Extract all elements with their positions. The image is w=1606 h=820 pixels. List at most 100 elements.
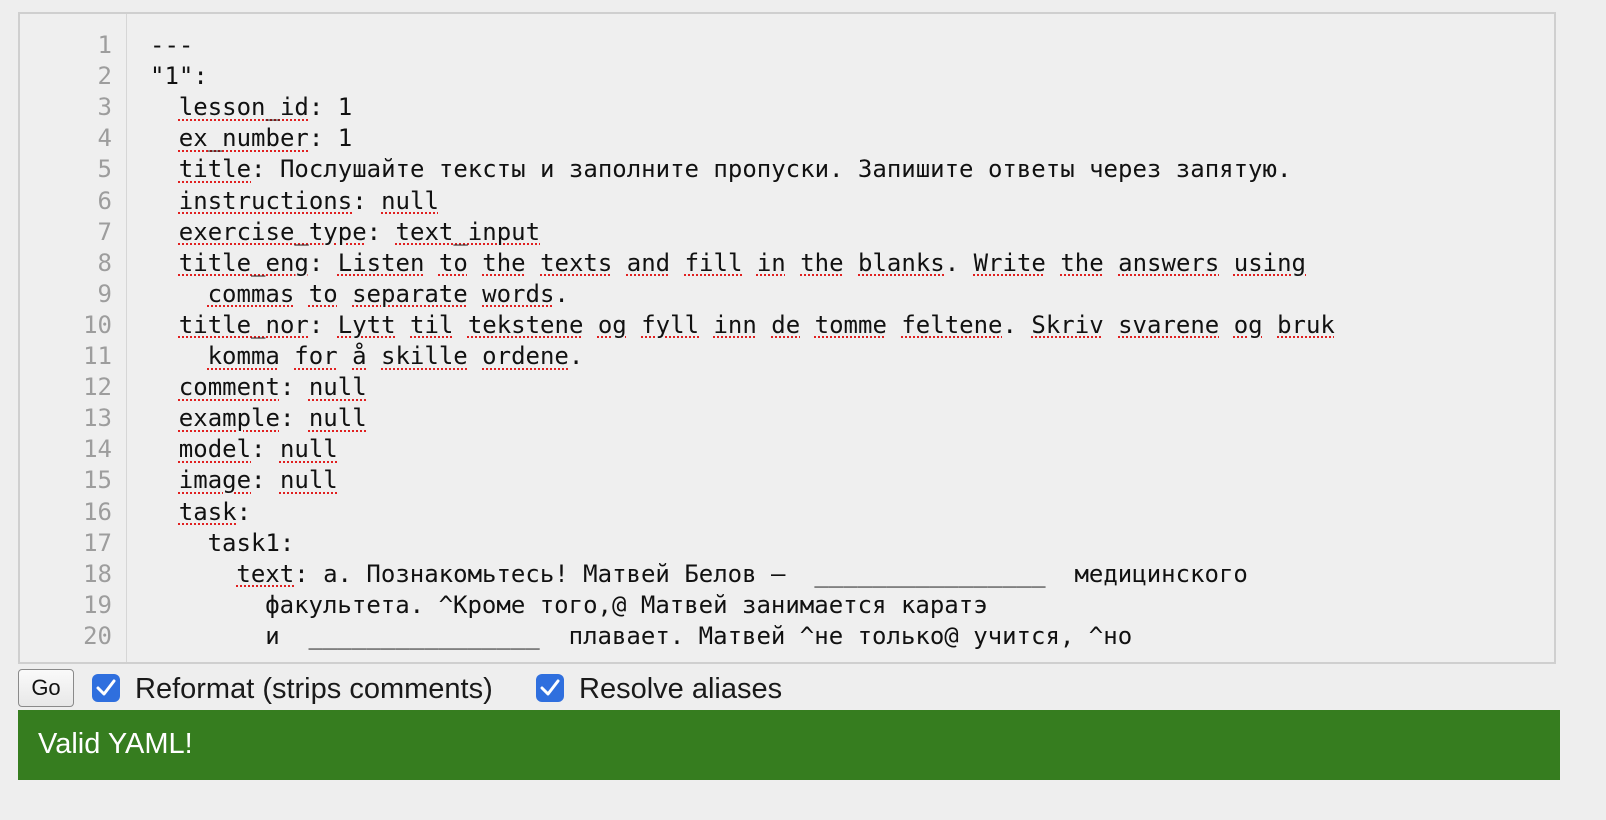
spellcheck-word: model bbox=[178, 435, 252, 464]
spellcheck-word: null bbox=[279, 435, 338, 464]
line-number: 12 bbox=[83, 373, 112, 402]
spellcheck-word: comment bbox=[178, 373, 280, 402]
code-line[interactable]: факультета. ^Кроме того,@ Матвей занимае… bbox=[150, 590, 988, 621]
code-line[interactable]: exercise_type: text_input bbox=[150, 217, 540, 248]
code-text: : bbox=[308, 248, 338, 277]
code-line[interactable]: "1": bbox=[150, 61, 208, 92]
code-line[interactable]: task: bbox=[150, 497, 251, 528]
spellcheck-word: image bbox=[178, 466, 252, 495]
line-number: 16 bbox=[83, 497, 112, 526]
code-text: : bbox=[352, 186, 382, 215]
code-area[interactable]: --- "1": lesson_id: 1 ex_number: 1 title: По… bbox=[126, 14, 1554, 662]
line-number: 5 bbox=[97, 155, 112, 184]
reformat-label[interactable]: Reformat (strips comments) bbox=[135, 672, 493, 706]
line-number: 17 bbox=[83, 528, 112, 557]
spellcheck-word: in bbox=[756, 248, 786, 277]
code-text: "1": bbox=[150, 62, 208, 91]
spellcheck-word: fill bbox=[684, 248, 743, 277]
yaml-editor[interactable]: 1 2 3 4 5 6 7 8 9 10 11 12 13 14 15 16 17 18 19 20 --- "1": l… bbox=[18, 12, 1556, 664]
spellcheck-word: the bbox=[482, 248, 526, 277]
code-line[interactable]: image: null bbox=[150, 465, 338, 496]
code-line[interactable]: title_eng: Listen to the texts and fill … bbox=[150, 248, 1306, 279]
line-number: 20 bbox=[83, 621, 112, 650]
spellcheck-word: null bbox=[308, 373, 367, 402]
code-text: : Послушайте тексты и заполните пропуски… bbox=[251, 155, 1292, 184]
line-number-gutter: 1 2 3 4 5 6 7 8 9 10 11 12 13 14 15 16 17 18 19 20 bbox=[20, 14, 127, 662]
line-number: 4 bbox=[97, 124, 112, 153]
line-number: 19 bbox=[83, 590, 112, 619]
spellcheck-word: title bbox=[178, 155, 252, 184]
code-text: : a. Познакомьтесь! Матвей Белов — _____… bbox=[294, 559, 1248, 588]
code-text: : bbox=[308, 310, 338, 339]
validation-status-text: Valid YAML! bbox=[38, 728, 193, 760]
code-text: : bbox=[279, 373, 309, 402]
reformat-checkbox[interactable] bbox=[92, 674, 120, 702]
line-number: 3 bbox=[97, 93, 112, 122]
spellcheck-word: komma bbox=[207, 342, 280, 370]
code-text: . bbox=[1002, 310, 1032, 339]
spellcheck-word: words bbox=[482, 279, 555, 308]
spellcheck-word: ordene bbox=[482, 342, 569, 370]
line-number: 18 bbox=[83, 559, 112, 588]
code-text: факультета. ^Кроме того,@ Матвей занимае… bbox=[265, 590, 988, 619]
code-text: . bbox=[944, 248, 974, 277]
code-line[interactable]: title_nor: Lytt til tekstene og fyll inn… bbox=[150, 310, 1335, 341]
code-line[interactable]: comment: null bbox=[150, 372, 367, 403]
resolve-aliases-checkbox[interactable] bbox=[536, 674, 564, 702]
code-line[interactable]: example: null bbox=[150, 403, 367, 434]
code-line[interactable]: instructions: null bbox=[150, 186, 439, 217]
code-line[interactable]: lesson_id: 1 bbox=[150, 92, 352, 123]
code-line[interactable]: --- bbox=[150, 30, 193, 61]
spellcheck-word: blanks bbox=[858, 248, 945, 277]
code-line[interactable]: komma for å skille ordene. bbox=[150, 341, 584, 372]
code-line[interactable]: ex_number: 1 bbox=[150, 123, 352, 154]
spellcheck-word: for bbox=[294, 342, 338, 370]
line-number: 2 bbox=[97, 62, 112, 91]
checkmark-icon bbox=[540, 679, 560, 696]
code-text: --- bbox=[150, 31, 194, 59]
spellcheck-word: ex_number bbox=[178, 124, 309, 153]
spellcheck-word: the bbox=[800, 248, 844, 277]
code-line[interactable]: text: a. Познакомьтесь! Матвей Белов — _… bbox=[150, 559, 1248, 590]
line-number: 10 bbox=[83, 310, 112, 339]
code-text: : bbox=[251, 466, 280, 495]
code-line[interactable]: commas to separate words. bbox=[150, 279, 569, 310]
spellcheck-word: and bbox=[626, 248, 671, 277]
checkmark-icon bbox=[96, 679, 116, 696]
line-number: 15 bbox=[83, 466, 112, 495]
line-number: 6 bbox=[97, 186, 112, 215]
spellcheck-word: title_eng bbox=[178, 248, 309, 277]
code-text: task1: bbox=[207, 528, 295, 557]
spellcheck-word: title_nor bbox=[178, 310, 309, 339]
code-text: : 1 bbox=[308, 124, 353, 153]
go-button[interactable]: Go bbox=[18, 669, 74, 707]
spellcheck-word: og bbox=[597, 310, 627, 339]
spellcheck-word: svarene bbox=[1118, 310, 1220, 339]
code-text: : bbox=[279, 404, 309, 433]
spellcheck-word: the bbox=[1060, 248, 1104, 277]
line-number: 14 bbox=[83, 435, 112, 464]
code-line[interactable]: task1: bbox=[150, 528, 295, 559]
resolve-aliases-label[interactable]: Resolve aliases bbox=[579, 672, 782, 706]
code-line[interactable]: model: null bbox=[150, 434, 338, 465]
line-number: 8 bbox=[97, 248, 112, 277]
spellcheck-word: å bbox=[352, 342, 367, 370]
code-line[interactable]: title: Послушайте тексты и заполните про… bbox=[150, 154, 1292, 185]
line-number: 13 bbox=[83, 404, 112, 433]
spellcheck-word: answers bbox=[1118, 248, 1220, 277]
code-line[interactable]: и ________________ плавает. Матвей ^не т… bbox=[150, 621, 1132, 652]
